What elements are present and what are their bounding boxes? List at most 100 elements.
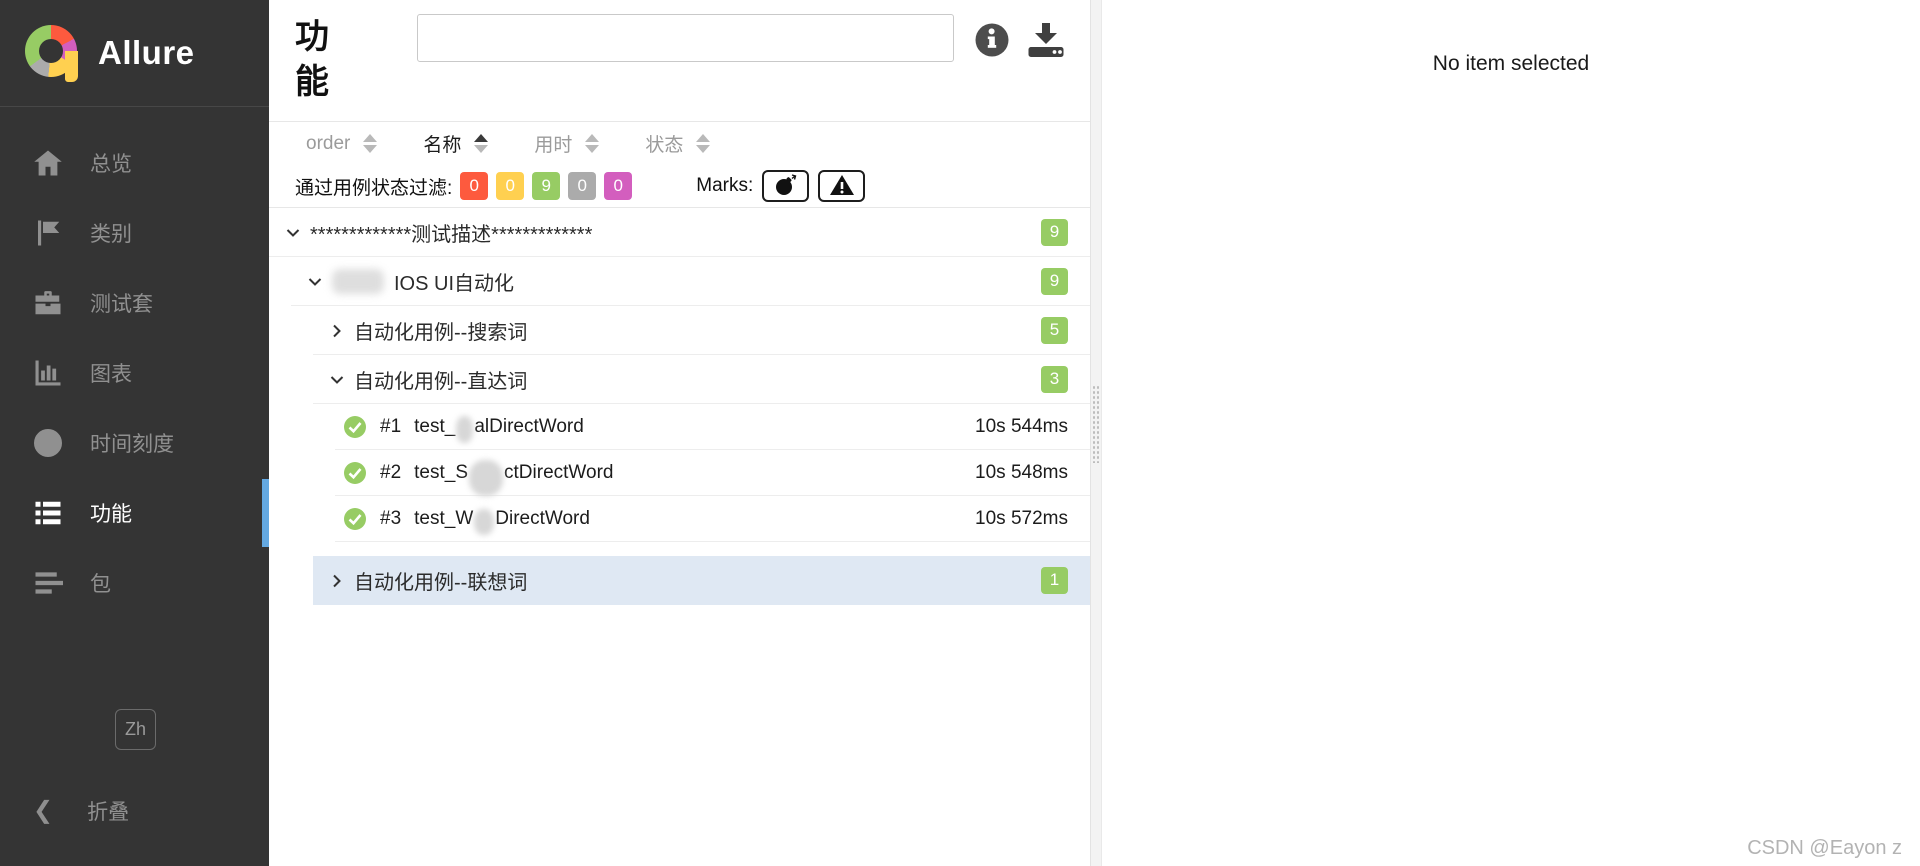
- sidebar-item-label: 功能: [90, 503, 132, 526]
- marks-label: Marks:: [696, 175, 754, 196]
- group-count-badge: 1: [1041, 566, 1068, 594]
- allure-report-app: Allure 总览 类别 测试套 图表 时间刻度 功能 包 Zh ❮ 折叠 功能…: [0, 0, 1920, 866]
- logo-text: Allure: [98, 34, 195, 71]
- sidebar-item-label: 图表: [90, 363, 132, 386]
- group-count-badge: 9: [1041, 218, 1068, 246]
- clock-icon: [33, 428, 63, 458]
- filter-passed-badge[interactable]: 9: [532, 172, 561, 200]
- censored-blob: [474, 508, 495, 535]
- sort-arrows-icon: [696, 134, 711, 153]
- test-duration: 10s 544ms: [975, 415, 1068, 437]
- group-count-badge: 9: [1041, 267, 1068, 295]
- test-row[interactable]: #1 test_ alDirectWord 10s 544ms: [335, 404, 1090, 450]
- watermark: CSDN @Eayon z: [1747, 837, 1902, 859]
- filter-skipped-badge[interactable]: 0: [568, 172, 597, 200]
- drag-dots-icon: [1092, 385, 1100, 463]
- tree-group-ios[interactable]: IOS UI自动化 9: [291, 257, 1090, 306]
- passed-check-icon: [343, 507, 367, 531]
- censored-blob: [332, 268, 384, 294]
- sidebar-item-overview[interactable]: 总览: [0, 128, 269, 198]
- language-toggle-button[interactable]: Zh: [115, 709, 156, 750]
- sort-arrows-icon: [585, 134, 600, 153]
- info-button[interactable]: [974, 22, 1010, 61]
- test-order: #1: [380, 415, 402, 437]
- passed-check-icon: [343, 415, 367, 439]
- sort-by-status[interactable]: 状态: [645, 130, 711, 157]
- filter-broken-badge[interactable]: 0: [496, 172, 525, 200]
- test-name: test_W DirectWord: [414, 503, 590, 535]
- sidebar-item-graphs[interactable]: 图表: [0, 338, 269, 408]
- status-filter-row: 通过用例状态过滤: 0 0 9 0 0 Marks:: [269, 165, 1090, 208]
- filter-failed-badge[interactable]: 0: [460, 172, 489, 200]
- download-icon: [1026, 21, 1066, 62]
- test-order: #2: [380, 461, 402, 483]
- sidebar-item-label: 类别: [90, 223, 132, 246]
- sidebar-item-packages[interactable]: 包: [0, 548, 269, 618]
- sort-arrows-icon: [474, 134, 489, 153]
- chevron-right-icon: [329, 322, 345, 338]
- mark-flaky-button[interactable]: [762, 170, 810, 202]
- warning-triangle-icon: [829, 173, 855, 200]
- behaviors-panel: 功能 order 名称 用时 状态 通过用例状态过滤: 0 0 9 0 0 Ma…: [269, 0, 1090, 866]
- flag-icon: [33, 218, 63, 248]
- sort-by-duration[interactable]: 用时: [534, 130, 600, 157]
- sort-by-order[interactable]: order: [306, 133, 378, 155]
- briefcase-icon: [33, 288, 63, 318]
- test-row[interactable]: #3 test_W DirectWord 10s 572ms: [335, 496, 1090, 542]
- logo: Allure: [0, 0, 269, 107]
- group-name: 自动化用例--搜索词: [354, 321, 528, 344]
- sidebar-nav: 总览 类别 测试套 图表 时间刻度 功能 包: [0, 107, 269, 618]
- tree-group-root[interactable]: *************测试描述************* 9: [269, 208, 1090, 257]
- chevron-down-icon: [329, 371, 345, 387]
- tree-group-search-words[interactable]: 自动化用例--搜索词 5: [313, 306, 1090, 355]
- sort-by-name[interactable]: 名称: [423, 130, 489, 157]
- passed-check-icon: [343, 461, 367, 485]
- group-count-badge: 3: [1041, 365, 1068, 393]
- sidebar-item-timeline[interactable]: 时间刻度: [0, 408, 269, 478]
- sidebar-item-label: 测试套: [90, 293, 153, 316]
- search-input[interactable]: [417, 14, 954, 62]
- sidebar-item-label: 时间刻度: [90, 433, 174, 456]
- align-lines-icon: [33, 568, 63, 598]
- bomb-icon: [774, 173, 798, 200]
- home-icon: [33, 148, 63, 178]
- sort-arrows-icon: [363, 134, 378, 153]
- sidebar-item-suites[interactable]: 测试套: [0, 268, 269, 338]
- panel-resize-handle[interactable]: [1090, 0, 1102, 866]
- behaviors-tree: *************测试描述************* 9 IOS UI自…: [269, 208, 1090, 866]
- group-name: 自动化用例--直达词: [354, 370, 528, 393]
- sidebar-item-categories[interactable]: 类别: [0, 198, 269, 268]
- list-icon: [33, 498, 63, 528]
- page-title: 功能: [295, 18, 329, 102]
- test-duration: 10s 572ms: [975, 507, 1068, 529]
- panel-header: 功能: [269, 0, 1090, 121]
- group-name: 自动化用例--联想词: [354, 571, 528, 594]
- mark-warning-button[interactable]: [818, 170, 866, 202]
- empty-selection-message: No item selected: [1432, 52, 1590, 75]
- group-name: IOS UI自动化: [394, 272, 515, 295]
- chevron-down-icon: [285, 224, 301, 240]
- sidebar-item-behaviors[interactable]: 功能: [0, 478, 269, 548]
- collapse-sidebar-button[interactable]: ❮ 折叠: [33, 796, 129, 826]
- test-name: test_ alDirectWord: [414, 410, 584, 443]
- censored-blob: [456, 416, 474, 443]
- bar-chart-icon: [33, 358, 63, 388]
- group-name: *************测试描述*************: [310, 223, 593, 246]
- censored-blob: [469, 459, 504, 496]
- detail-panel: No item selected CSDN @Eayon z: [1102, 0, 1920, 866]
- sidebar-item-label: 包: [90, 573, 111, 596]
- test-row[interactable]: #2 test_S ctDirectWord 10s 548ms: [335, 450, 1090, 496]
- collapse-label: 折叠: [87, 801, 130, 824]
- filter-unknown-badge[interactable]: 0: [604, 172, 633, 200]
- chevron-down-icon: [307, 273, 323, 289]
- test-list: #1 test_ alDirectWord 10s 544ms #2 test_S…: [335, 404, 1090, 542]
- tree-group-associative-words[interactable]: 自动化用例--联想词 1: [313, 556, 1090, 605]
- download-button[interactable]: [1026, 21, 1066, 62]
- sidebar-item-label: 总览: [90, 153, 132, 176]
- allure-logo-icon: [25, 23, 79, 83]
- test-duration: 10s 548ms: [975, 461, 1068, 483]
- sort-header-row: order 名称 用时 状态: [269, 121, 1090, 165]
- tree-group-direct-words[interactable]: 自动化用例--直达词 3: [313, 355, 1090, 404]
- info-icon: [974, 22, 1010, 61]
- test-name: test_S ctDirectWord: [414, 450, 613, 496]
